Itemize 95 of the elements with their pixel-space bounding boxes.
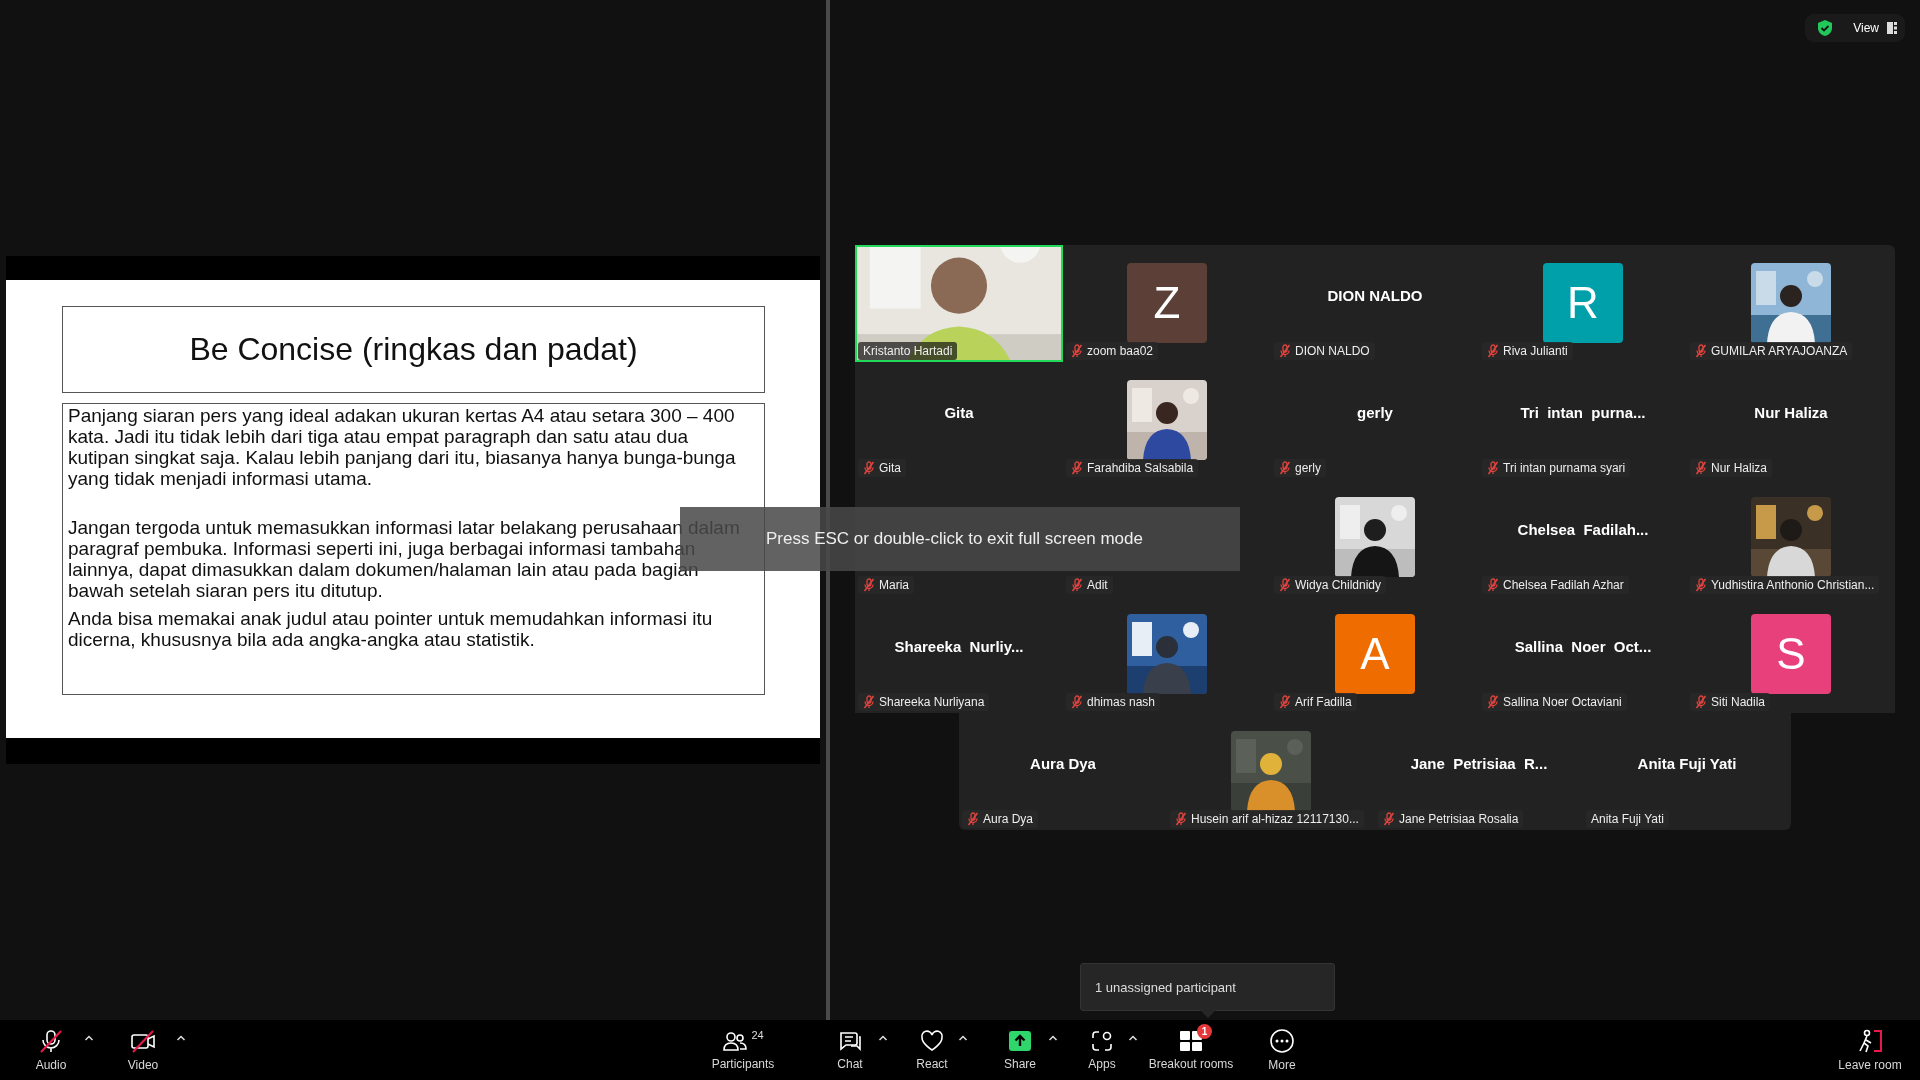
participant-name: Jane Petrisiaa Rosalia	[1399, 812, 1519, 826]
participant-name: Nur Haliza	[1711, 461, 1767, 475]
letter-avatar: Z	[1127, 263, 1207, 343]
muted-mic-icon	[1695, 578, 1707, 592]
muted-mic-icon	[863, 695, 875, 709]
display-name: Jane Petrisiaa R...	[1409, 755, 1549, 772]
display-name: Anita Fuji Yati	[1636, 755, 1738, 772]
display-name: Chelsea Fadilah...	[1516, 521, 1650, 538]
participant-name: Shareeka Nurliyana	[879, 695, 985, 709]
caret-icon	[1128, 1034, 1138, 1042]
slide-paragraph: Panjang siaran pers yang ideal adakan ukuran kertas A4 atau setara 300 – 400 kata. Jadi itu tidak lebih dari tiga atau empat paragraph dan satu atau dua kutipan singkat saja. Kalau lebih panjang dari itu, biasanya hanya bunga-bunga yang tidak menjadi informasi utama.	[68, 405, 737, 489]
grid-icon	[1178, 1029, 1204, 1053]
leave-button[interactable]: Leave room	[1828, 1020, 1912, 1080]
participant-name: dhimas nash	[1087, 695, 1156, 709]
display-name: gerly	[1356, 404, 1394, 421]
display-name: Aura Dya	[1029, 755, 1097, 772]
participant-name: Gita	[879, 461, 901, 475]
muted-mic-icon	[1695, 461, 1707, 475]
muted-mic-icon	[1071, 344, 1083, 358]
people-icon	[722, 1029, 749, 1053]
caret-icon	[176, 1034, 186, 1042]
apps-button[interactable]: Apps	[1079, 1020, 1125, 1080]
participant-name: Yudhistira Anthonio Christian...	[1711, 578, 1875, 592]
slide-paragraph: Anda bisa memakai anak judul atau pointer untuk memudahkan informasi itu dicerna, khususnya bila ada angka-angka atau statistik.	[68, 608, 714, 650]
apps-icon	[1089, 1029, 1115, 1053]
muted-mic-icon	[1175, 812, 1187, 826]
muted-mic-icon	[1695, 344, 1707, 358]
participant-name: Maria	[879, 578, 909, 592]
participant-count: 24	[751, 1029, 764, 1041]
letter-avatar: R	[1543, 263, 1623, 343]
chat-button[interactable]: Chat	[825, 1020, 875, 1080]
muted-mic-icon	[1071, 578, 1083, 592]
display-name: DION NALDO	[1326, 287, 1424, 304]
participant-name: Aura Dya	[983, 812, 1034, 826]
display-name: Tri intan purna...	[1519, 404, 1647, 421]
display-name: Gita	[943, 404, 975, 421]
muted-mic-icon	[1383, 812, 1395, 826]
participant-name: Husein arif al-hizaz 12117130...	[1191, 812, 1359, 826]
tooltip: 1 unassigned participant	[1080, 963, 1335, 1011]
participant-name: Farahdiba Salsabila	[1087, 461, 1194, 475]
more-icon	[1269, 1028, 1295, 1054]
person-leaving-icon	[1856, 1028, 1884, 1054]
participant-name: Riva Julianti	[1503, 344, 1568, 358]
layout-icon	[1887, 22, 1897, 34]
muted-mic-icon	[1279, 695, 1291, 709]
caret-icon	[958, 1034, 968, 1042]
muted-mic-icon	[1071, 461, 1083, 475]
muted-mic-icon	[1279, 344, 1291, 358]
muted-mic-icon	[1279, 461, 1291, 475]
muted-mic-icon	[863, 578, 875, 592]
upload-icon	[1007, 1029, 1033, 1053]
muted-mic-icon	[1487, 695, 1499, 709]
participant-name: DION NALDO	[1295, 344, 1370, 358]
participant-name: Tri intan purnama syari	[1503, 461, 1626, 475]
chat-icon	[837, 1029, 863, 1053]
participant-name: Anita Fuji Yati	[1591, 812, 1664, 826]
participant-name: Widya Childnidy	[1295, 578, 1382, 592]
muted-mic-icon	[1487, 344, 1499, 358]
shield-icon	[1817, 19, 1833, 37]
react-button[interactable]: React	[909, 1020, 955, 1080]
participant-name: Chelsea Fadilah Azhar	[1503, 578, 1624, 592]
notification-badge: 1	[1197, 1024, 1212, 1039]
participant-name: Sallina Noer Octaviani	[1503, 695, 1622, 709]
view-button[interactable]: View	[1853, 21, 1897, 35]
muted-mic-icon	[863, 461, 875, 475]
participant-name: gerly	[1295, 461, 1321, 475]
caret-icon	[1048, 1034, 1058, 1042]
more-button[interactable]: More	[1257, 1020, 1307, 1080]
heart-icon	[919, 1029, 945, 1053]
participant-name: Siti Nadila	[1711, 695, 1766, 709]
audio-button[interactable]: Audio	[21, 1020, 81, 1080]
caret-icon	[84, 1034, 94, 1042]
share-button[interactable]: Share	[995, 1020, 1045, 1080]
display-name: Shareeka Nurliy...	[893, 638, 1025, 655]
muted-mic-icon	[1487, 578, 1499, 592]
participants-button[interactable]: 24 Participants	[701, 1020, 785, 1080]
muted-mic-icon	[1487, 461, 1499, 475]
muted-mic-icon	[1695, 695, 1707, 709]
tooltip-pointer-icon	[1200, 1010, 1216, 1018]
participant-name: Arif Fadilla	[1295, 695, 1352, 709]
muted-mic-icon	[1279, 578, 1291, 592]
slide-title: Be Concise (ringkas dan padat)	[189, 331, 638, 368]
video-button[interactable]: Video	[113, 1020, 173, 1080]
participant-name: Kristanto Hartadi	[863, 344, 953, 358]
muted-mic-icon	[1071, 695, 1083, 709]
muted-mic-icon	[967, 812, 979, 826]
letter-avatar: A	[1335, 614, 1415, 694]
letter-avatar: S	[1751, 614, 1831, 694]
participant-name: GUMILAR ARYAJOANZA	[1711, 344, 1848, 358]
display-name: Nur Haliza	[1753, 404, 1829, 421]
participant-name: zoom baa02	[1087, 344, 1154, 358]
participant-name: Adit	[1087, 578, 1108, 592]
breakout-button[interactable]: 1 Breakout rooms	[1141, 1020, 1241, 1080]
caret-icon	[878, 1034, 888, 1042]
display-name: Sallina Noer Oct...	[1513, 638, 1653, 655]
